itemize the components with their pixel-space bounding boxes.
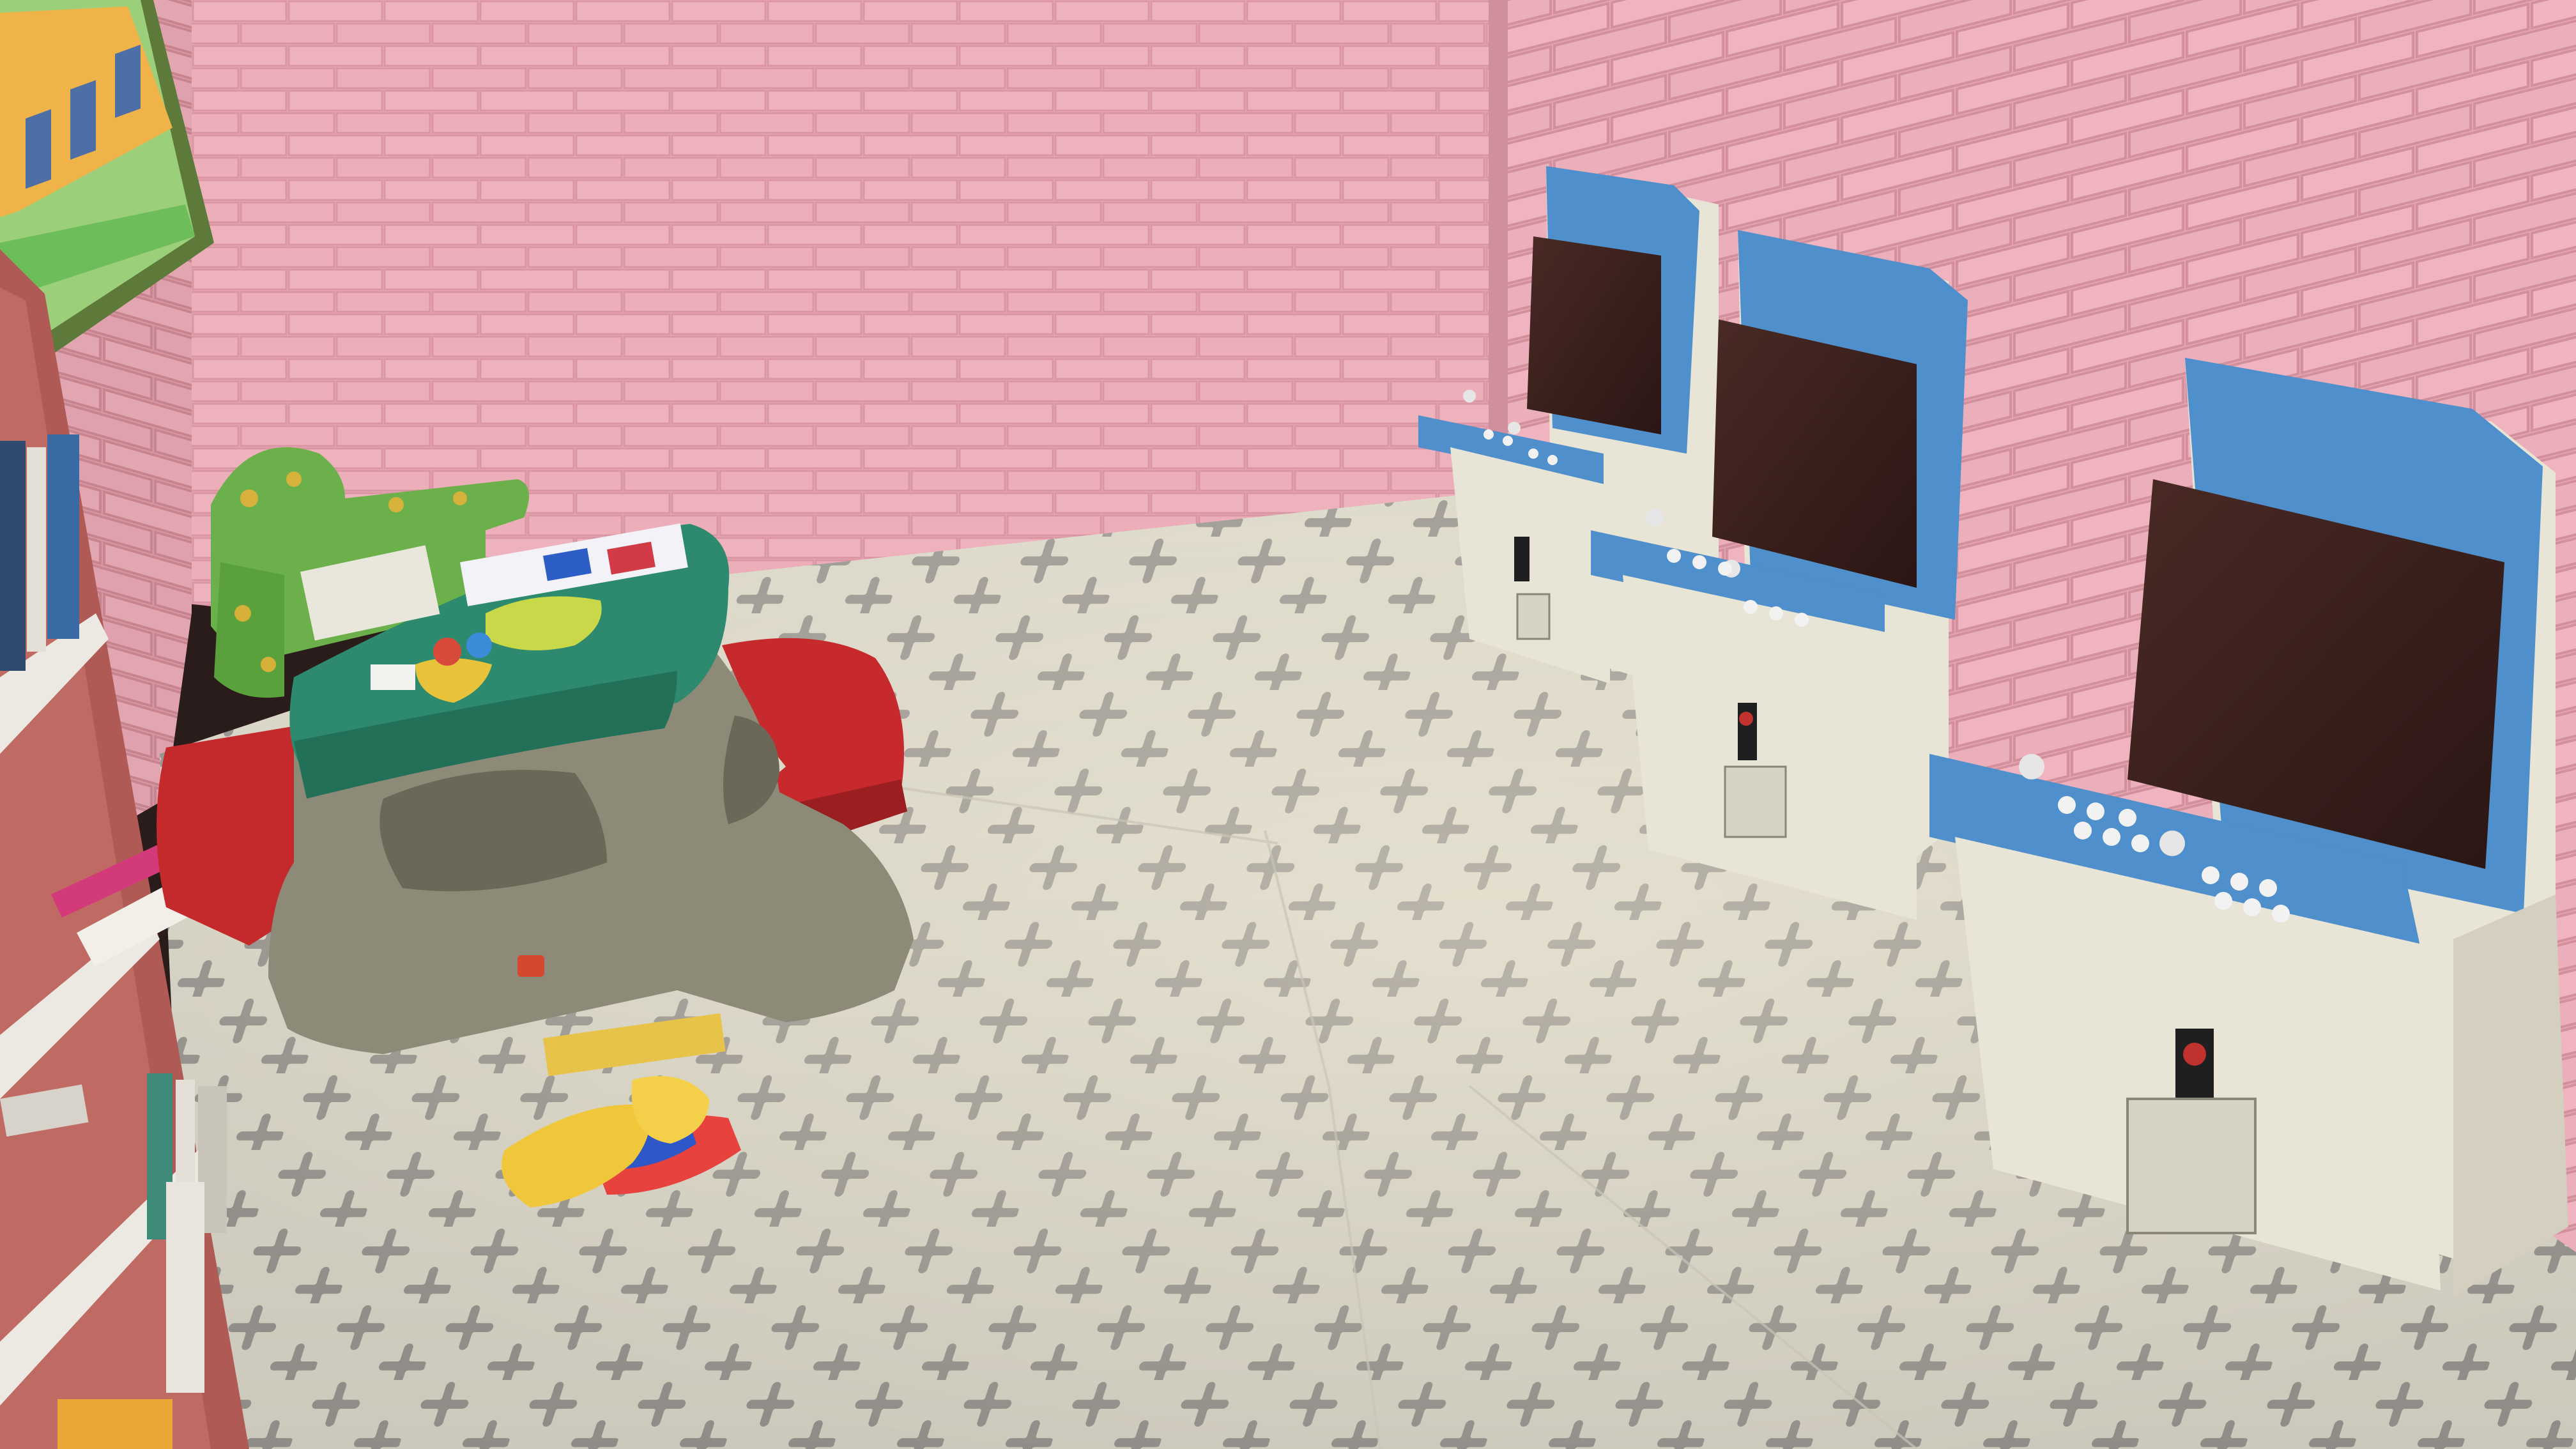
scene-svg xyxy=(0,0,2576,1449)
photo-scene xyxy=(0,0,2576,1449)
